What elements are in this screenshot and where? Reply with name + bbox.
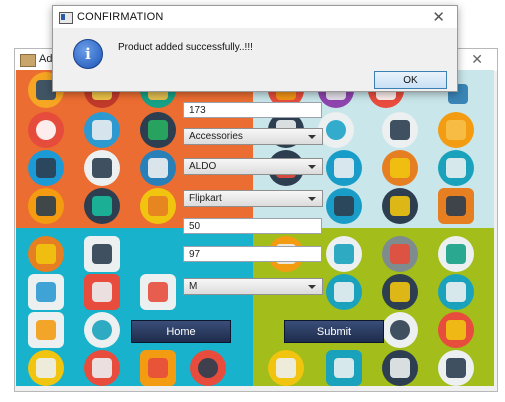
camera-teal-icon — [326, 350, 362, 386]
chevron-down-icon — [308, 285, 316, 289]
calendar-icon — [382, 188, 418, 224]
chevron-down-icon — [308, 197, 316, 201]
basket-blue-icon — [326, 188, 362, 224]
eye-icon — [318, 112, 354, 148]
sunglasses-yellow-icon — [28, 350, 64, 386]
mustache-teal-icon — [326, 274, 362, 310]
bag-teal-icon — [438, 150, 474, 186]
watch-icon — [382, 274, 418, 310]
search-icon — [28, 112, 64, 148]
aperture-icon — [84, 312, 120, 348]
category-select[interactable]: Accessories — [183, 128, 323, 145]
dialog-message: Product added successfully..!!! — [118, 42, 253, 53]
dialog-title: CONFIRMATION — [77, 11, 164, 23]
ok-button[interactable]: OK — [374, 71, 447, 89]
basket-orange-icon — [28, 236, 64, 272]
chevron-down-icon — [308, 165, 316, 169]
seller-select-value: Flipkart — [189, 193, 222, 204]
mustache-icon — [140, 188, 176, 224]
seller-select[interactable]: Flipkart — [183, 190, 323, 207]
product-id-field[interactable]: 173 — [183, 102, 322, 118]
glasses-teal-icon — [438, 274, 474, 310]
close-icon[interactable]: ✕ — [432, 8, 445, 26]
cart-red-icon — [84, 350, 120, 386]
glasses-icon — [438, 188, 474, 224]
crown-icon — [140, 150, 176, 186]
tie-dark-icon — [382, 112, 418, 148]
background-close-icon[interactable]: ✕ — [471, 51, 483, 68]
wallet-icon — [28, 188, 64, 224]
background-window-title: Ad — [39, 53, 53, 65]
shopping-bag-icon — [140, 350, 176, 386]
crown-gold-icon — [382, 150, 418, 186]
cloud-icon — [438, 112, 474, 148]
chevron-down-icon — [308, 135, 316, 139]
size-select[interactable]: M — [183, 278, 323, 295]
category-select-value: Accessories — [189, 131, 243, 142]
tie-yellow-icon — [268, 350, 304, 386]
confirmation-dialog: CONFIRMATION ✕ i Product added successfu… — [52, 5, 458, 92]
heel-icon — [326, 150, 362, 186]
eye-red-icon — [190, 350, 226, 386]
submit-button[interactable]: Submit — [284, 320, 384, 343]
window-icon — [59, 12, 73, 24]
camera-icon — [84, 112, 120, 148]
quantity-field[interactable]: 50 — [183, 218, 322, 234]
price-field[interactable]: 97 — [183, 246, 322, 262]
banknote-icon — [140, 112, 176, 148]
cart-light-icon — [326, 236, 362, 272]
brand-select[interactable]: ALDO — [183, 158, 323, 175]
eye-light-icon — [382, 312, 418, 348]
tie-icon — [84, 150, 120, 186]
bag-small-icon — [84, 188, 120, 224]
dialog-titlebar: CONFIRMATION ✕ — [53, 6, 457, 28]
sunglasses-icon — [28, 150, 64, 186]
bag-navy-icon — [382, 350, 418, 386]
info-icon: i — [73, 39, 103, 69]
shoe-icon — [84, 274, 120, 310]
wallet-light-icon — [28, 274, 64, 310]
cloud-gray-icon — [382, 236, 418, 272]
credit-card-icon — [438, 236, 474, 272]
brand-select-value: ALDO — [189, 161, 217, 172]
shirt-icon — [140, 274, 176, 310]
home-button[interactable]: Home — [131, 320, 231, 343]
lock-bag-icon — [84, 236, 120, 272]
app-icon — [20, 54, 36, 67]
size-select-value: M — [189, 281, 198, 292]
basket-light-icon — [438, 350, 474, 386]
crown-red-icon — [438, 312, 474, 348]
crown-small-icon — [28, 312, 64, 348]
